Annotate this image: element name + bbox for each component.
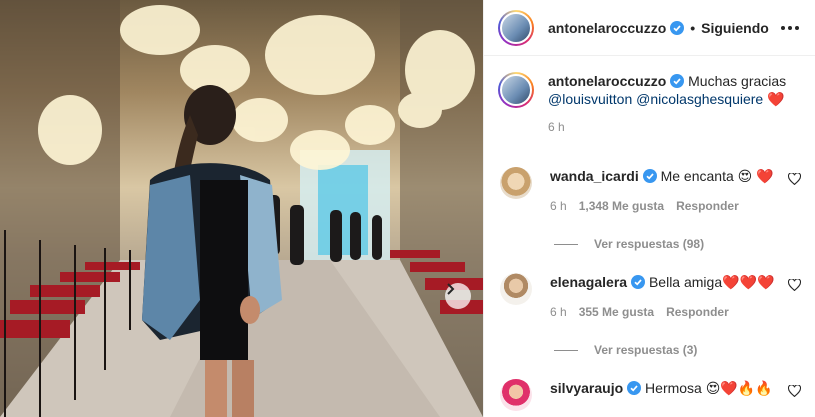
- comment-item: silvyaraujo Hermosa 😍❤️🔥🔥: [500, 379, 801, 411]
- verified-badge-icon: [670, 74, 685, 88]
- verified-badge-icon: [642, 169, 657, 183]
- comment-timestamp[interactable]: 6 h: [550, 305, 567, 319]
- author-username[interactable]: antonelaroccuzzo: [548, 20, 666, 36]
- commenter-avatar[interactable]: [500, 379, 532, 411]
- caption-emoji: ❤️: [767, 91, 785, 107]
- view-replies-label: Ver respuestas (98): [594, 237, 705, 251]
- commenter-username[interactable]: wanda_icardi: [550, 168, 639, 184]
- following-button[interactable]: Siguiendo: [701, 20, 769, 36]
- heart-outline-icon[interactable]: [788, 385, 801, 397]
- caption-avatar[interactable]: [498, 72, 534, 108]
- verified-badge-icon: [631, 275, 646, 289]
- heart-outline-icon[interactable]: [788, 173, 801, 185]
- reply-button[interactable]: Responder: [666, 305, 729, 319]
- commenter-username[interactable]: silvyaraujo: [550, 380, 623, 396]
- photo-scene: [0, 0, 483, 417]
- header-separator: •: [690, 19, 696, 36]
- verified-badge-icon: [670, 20, 685, 35]
- next-photo-button[interactable]: [445, 283, 471, 309]
- comment-text: Hermosa 😍❤️🔥🔥: [645, 380, 773, 396]
- comment-likes[interactable]: 355 Me gusta: [579, 305, 654, 319]
- post-caption: antonelaroccuzzo Muchas gracias @louisvu…: [484, 56, 815, 136]
- comment-timestamp[interactable]: 6 h: [550, 199, 567, 213]
- verified-badge-icon: [627, 381, 642, 395]
- caption-username[interactable]: antonelaroccuzzo: [548, 73, 666, 89]
- view-replies-label: Ver respuestas (3): [594, 343, 698, 357]
- post-dialog: antonelaroccuzzo • Siguiendo antonelaroc…: [0, 0, 815, 417]
- replies-divider: [554, 243, 578, 245]
- post-side-panel: antonelaroccuzzo • Siguiendo antonelaroc…: [483, 0, 815, 417]
- post-header: antonelaroccuzzo • Siguiendo: [484, 0, 815, 56]
- heart-outline-icon[interactable]: [788, 279, 801, 291]
- view-replies-button[interactable]: Ver respuestas (98): [554, 237, 704, 251]
- caption-timestamp[interactable]: 6 h: [548, 118, 799, 136]
- commenter-avatar[interactable]: [500, 273, 532, 305]
- caption-text: Muchas gracias: [688, 73, 787, 89]
- comment-item: elenagalera Bella amiga❤️❤️❤️ 6 h 355 Me…: [500, 273, 801, 319]
- more-options-icon[interactable]: [781, 25, 799, 30]
- mention-link[interactable]: @nicolasghesquiere: [636, 91, 763, 107]
- mention-link[interactable]: @louisvuitton: [548, 91, 632, 107]
- chevron-right-icon: [447, 283, 455, 295]
- comment-item: wanda_icardi Me encanta 😍 ❤️ 6 h 1,348 M…: [500, 167, 801, 213]
- comment-text: Me encanta 😍 ❤️: [660, 168, 774, 184]
- post-photo[interactable]: [0, 0, 483, 417]
- commenter-avatar[interactable]: [500, 167, 532, 199]
- replies-divider: [554, 349, 578, 351]
- view-replies-button[interactable]: Ver respuestas (3): [554, 343, 697, 357]
- commenter-username[interactable]: elenagalera: [550, 274, 627, 290]
- comment-likes[interactable]: 1,348 Me gusta: [579, 199, 664, 213]
- reply-button[interactable]: Responder: [676, 199, 739, 213]
- author-avatar[interactable]: [498, 9, 534, 46]
- comment-text: Bella amiga❤️❤️❤️: [648, 274, 775, 290]
